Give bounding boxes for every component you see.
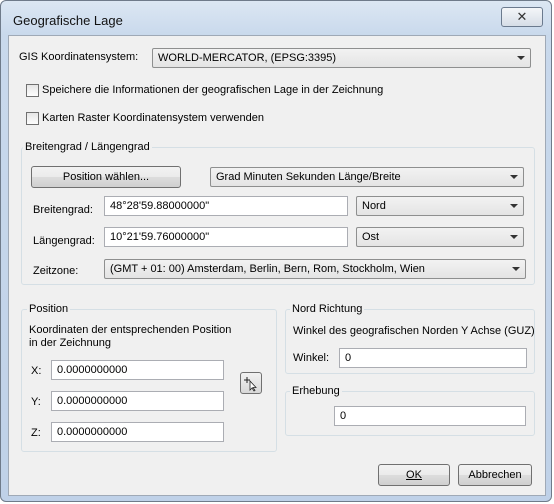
longitude-input[interactable]: 10°21'59.76000000" [104, 227, 348, 247]
save-in-drawing-checkbox[interactable] [26, 84, 39, 97]
title-bar: Geografische Lage ✕ [1, 1, 551, 35]
dialog-client-area: GIS Koordinatensystem: WORLD-MERCATOR, (… [8, 35, 546, 496]
position-group-title: Position [27, 303, 71, 315]
latitude-direction-select[interactable]: Nord [356, 196, 524, 216]
gis-select-value: WORLD-MERCATOR, (EPSG:3395) [158, 52, 337, 64]
use-raster-label[interactable]: Karten Raster Koordinatensystem verwende… [42, 112, 264, 124]
window-title: Geografische Lage [13, 13, 123, 28]
longitude-label: Längengrad: [33, 235, 95, 247]
gis-label: GIS Koordinatensystem: [19, 51, 139, 63]
timezone-label: Zeitzone: [33, 265, 79, 277]
coordinate-format-select[interactable]: Grad Minuten Sekunden Länge/Breite [210, 167, 524, 187]
angle-label: Winkel: [293, 352, 330, 364]
pick-point-icon [244, 377, 257, 392]
latitude-label: Breitengrad: [33, 204, 93, 216]
chevron-down-icon [510, 175, 518, 179]
latlon-group-title: Breitengrad / Längengrad [23, 141, 152, 153]
y-label: Y: [31, 396, 41, 408]
longitude-direction-value: Ost [362, 231, 380, 243]
format-select-value: Grad Minuten Sekunden Länge/Breite [216, 171, 401, 183]
position-description: Koordinaten der entsprechenden Position … [29, 324, 232, 349]
save-in-drawing-label[interactable]: Speichere die Informationen der geografi… [42, 84, 383, 96]
timezone-select[interactable]: (GMT + 01: 00) Amsterdam, Berlin, Bern, … [104, 259, 526, 279]
longitude-direction-select[interactable]: Ost [356, 227, 524, 247]
cancel-button[interactable]: Abbrechen [458, 464, 532, 486]
x-label: X: [31, 365, 42, 377]
elevation-group-title: Erhebung [290, 385, 342, 397]
z-label: Z: [31, 427, 41, 439]
timezone-select-value: (GMT + 01: 00) Amsterdam, Berlin, Bern, … [110, 263, 425, 275]
choose-position-button[interactable]: Position wählen... [31, 166, 181, 188]
dialog-window: Geografische Lage ✕ GIS Koordinatensyste… [0, 0, 552, 502]
close-icon: ✕ [516, 9, 528, 24]
latitude-direction-value: Nord [362, 200, 386, 212]
chevron-down-icon [510, 204, 518, 208]
chevron-down-icon [510, 235, 518, 239]
elevation-input[interactable]: 0 [334, 406, 526, 426]
y-input[interactable]: 0.0000000000 [51, 391, 224, 411]
north-direction-group-title: Nord Richtung [290, 303, 365, 315]
ok-button[interactable]: OK [378, 464, 450, 486]
gis-coordinate-system-select[interactable]: WORLD-MERCATOR, (EPSG:3395) [152, 48, 531, 68]
x-input[interactable]: 0.0000000000 [51, 360, 224, 380]
angle-input[interactable]: 0 [339, 348, 527, 368]
ok-button-label: OK [406, 469, 422, 481]
latitude-input[interactable]: 48°28'59.88000000" [104, 196, 348, 216]
chevron-down-icon [517, 56, 525, 60]
chevron-down-icon [512, 267, 520, 271]
north-direction-description: Winkel des geografischen Norden Y Achse … [293, 325, 535, 337]
close-button[interactable]: ✕ [501, 7, 543, 27]
pick-point-button[interactable] [240, 372, 262, 394]
z-input[interactable]: 0.0000000000 [51, 422, 224, 442]
use-raster-checkbox[interactable] [26, 112, 39, 125]
